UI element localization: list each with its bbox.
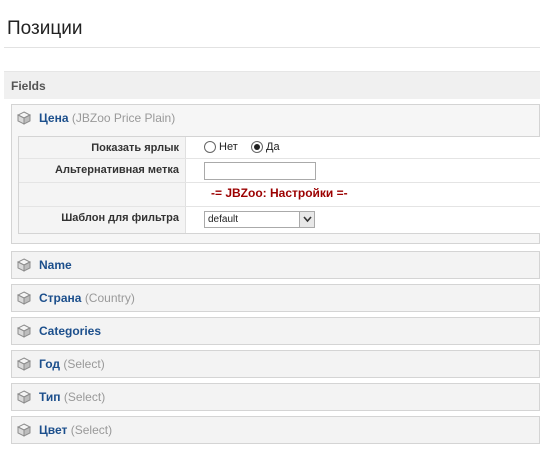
show-label-label: Показать ярлык bbox=[91, 142, 179, 154]
field-name: Год bbox=[39, 357, 60, 371]
cube-icon bbox=[17, 423, 31, 437]
jbzoo-settings-link[interactable]: -= JBZoo: Настройки =- bbox=[211, 186, 348, 200]
chevron-down-icon bbox=[303, 216, 312, 223]
select-arrow[interactable] bbox=[299, 212, 314, 227]
field-name: Тип bbox=[39, 390, 61, 404]
field-type: (JBZoo Price Plain) bbox=[71, 111, 176, 125]
field-type: (Select) bbox=[70, 423, 113, 437]
field-name: Цена bbox=[39, 111, 69, 125]
page-title: Позиции bbox=[7, 18, 83, 39]
field-panel-categories[interactable]: Categories bbox=[11, 317, 540, 345]
cube-icon bbox=[17, 291, 31, 305]
param-row-show-label: Показать ярлык Нет Да bbox=[19, 137, 540, 159]
radio-no-label[interactable]: Нет bbox=[219, 141, 238, 153]
field-panel-name[interactable]: Name bbox=[11, 251, 540, 279]
radio-yes-label[interactable]: Да bbox=[266, 141, 280, 153]
alt-label-input[interactable] bbox=[204, 162, 316, 180]
radio-no[interactable] bbox=[204, 141, 216, 153]
field-title: Categories bbox=[39, 324, 101, 338]
param-label-empty bbox=[19, 183, 186, 206]
fields-section-header: Fields bbox=[4, 71, 540, 99]
fields-section-label: Fields bbox=[11, 79, 46, 93]
field-type: (Country) bbox=[84, 291, 135, 305]
cube-icon bbox=[17, 390, 31, 404]
field-params-table: Показать ярлык Нет Да Альтернативная мет… bbox=[18, 136, 540, 234]
field-title: Страна (Country) bbox=[39, 291, 135, 305]
field-title: Name bbox=[39, 258, 72, 272]
field-panel-price[interactable]: Цена (JBZoo Price Plain) Показать ярлык … bbox=[11, 104, 540, 244]
cube-icon bbox=[17, 258, 31, 272]
filter-template-select[interactable]: default bbox=[204, 211, 315, 228]
param-label: Показать ярлык bbox=[19, 137, 186, 158]
param-row-alt-label: Альтернативная метка bbox=[19, 159, 540, 183]
field-type: (Select) bbox=[63, 390, 106, 404]
field-name: Categories bbox=[39, 324, 102, 338]
field-panel-type[interactable]: Тип (Select) bbox=[11, 383, 540, 411]
field-name: Name bbox=[39, 258, 72, 272]
field-name: Цвет bbox=[39, 423, 68, 437]
radio-yes[interactable] bbox=[251, 141, 263, 153]
field-title: Тип (Select) bbox=[39, 390, 105, 404]
cube-icon bbox=[17, 111, 31, 125]
param-label: Шаблон для фильтра bbox=[19, 207, 186, 233]
field-panel-year[interactable]: Год (Select) bbox=[11, 350, 540, 378]
field-panel-header[interactable]: Цена (JBZoo Price Plain) bbox=[12, 105, 539, 131]
field-type: (Select) bbox=[63, 357, 105, 371]
cube-icon bbox=[17, 357, 31, 371]
alt-label-label: Альтернативная метка bbox=[55, 164, 179, 176]
cube-icon bbox=[17, 324, 31, 338]
field-name: Страна bbox=[39, 291, 82, 305]
field-title: Цвет (Select) bbox=[39, 423, 112, 437]
param-row-settings: -= JBZoo: Настройки =- bbox=[19, 183, 540, 207]
title-divider bbox=[4, 47, 540, 48]
filter-template-label: Шаблон для фильтра bbox=[61, 212, 179, 224]
param-row-filter-template: Шаблон для фильтра default bbox=[19, 207, 540, 233]
field-panel-color[interactable]: Цвет (Select) bbox=[11, 416, 540, 444]
select-value: default bbox=[208, 214, 239, 225]
field-title: Цена (JBZoo Price Plain) bbox=[39, 111, 175, 125]
field-title: Год (Select) bbox=[39, 357, 105, 371]
param-label: Альтернативная метка bbox=[19, 159, 186, 182]
field-panel-country[interactable]: Страна (Country) bbox=[11, 284, 540, 312]
